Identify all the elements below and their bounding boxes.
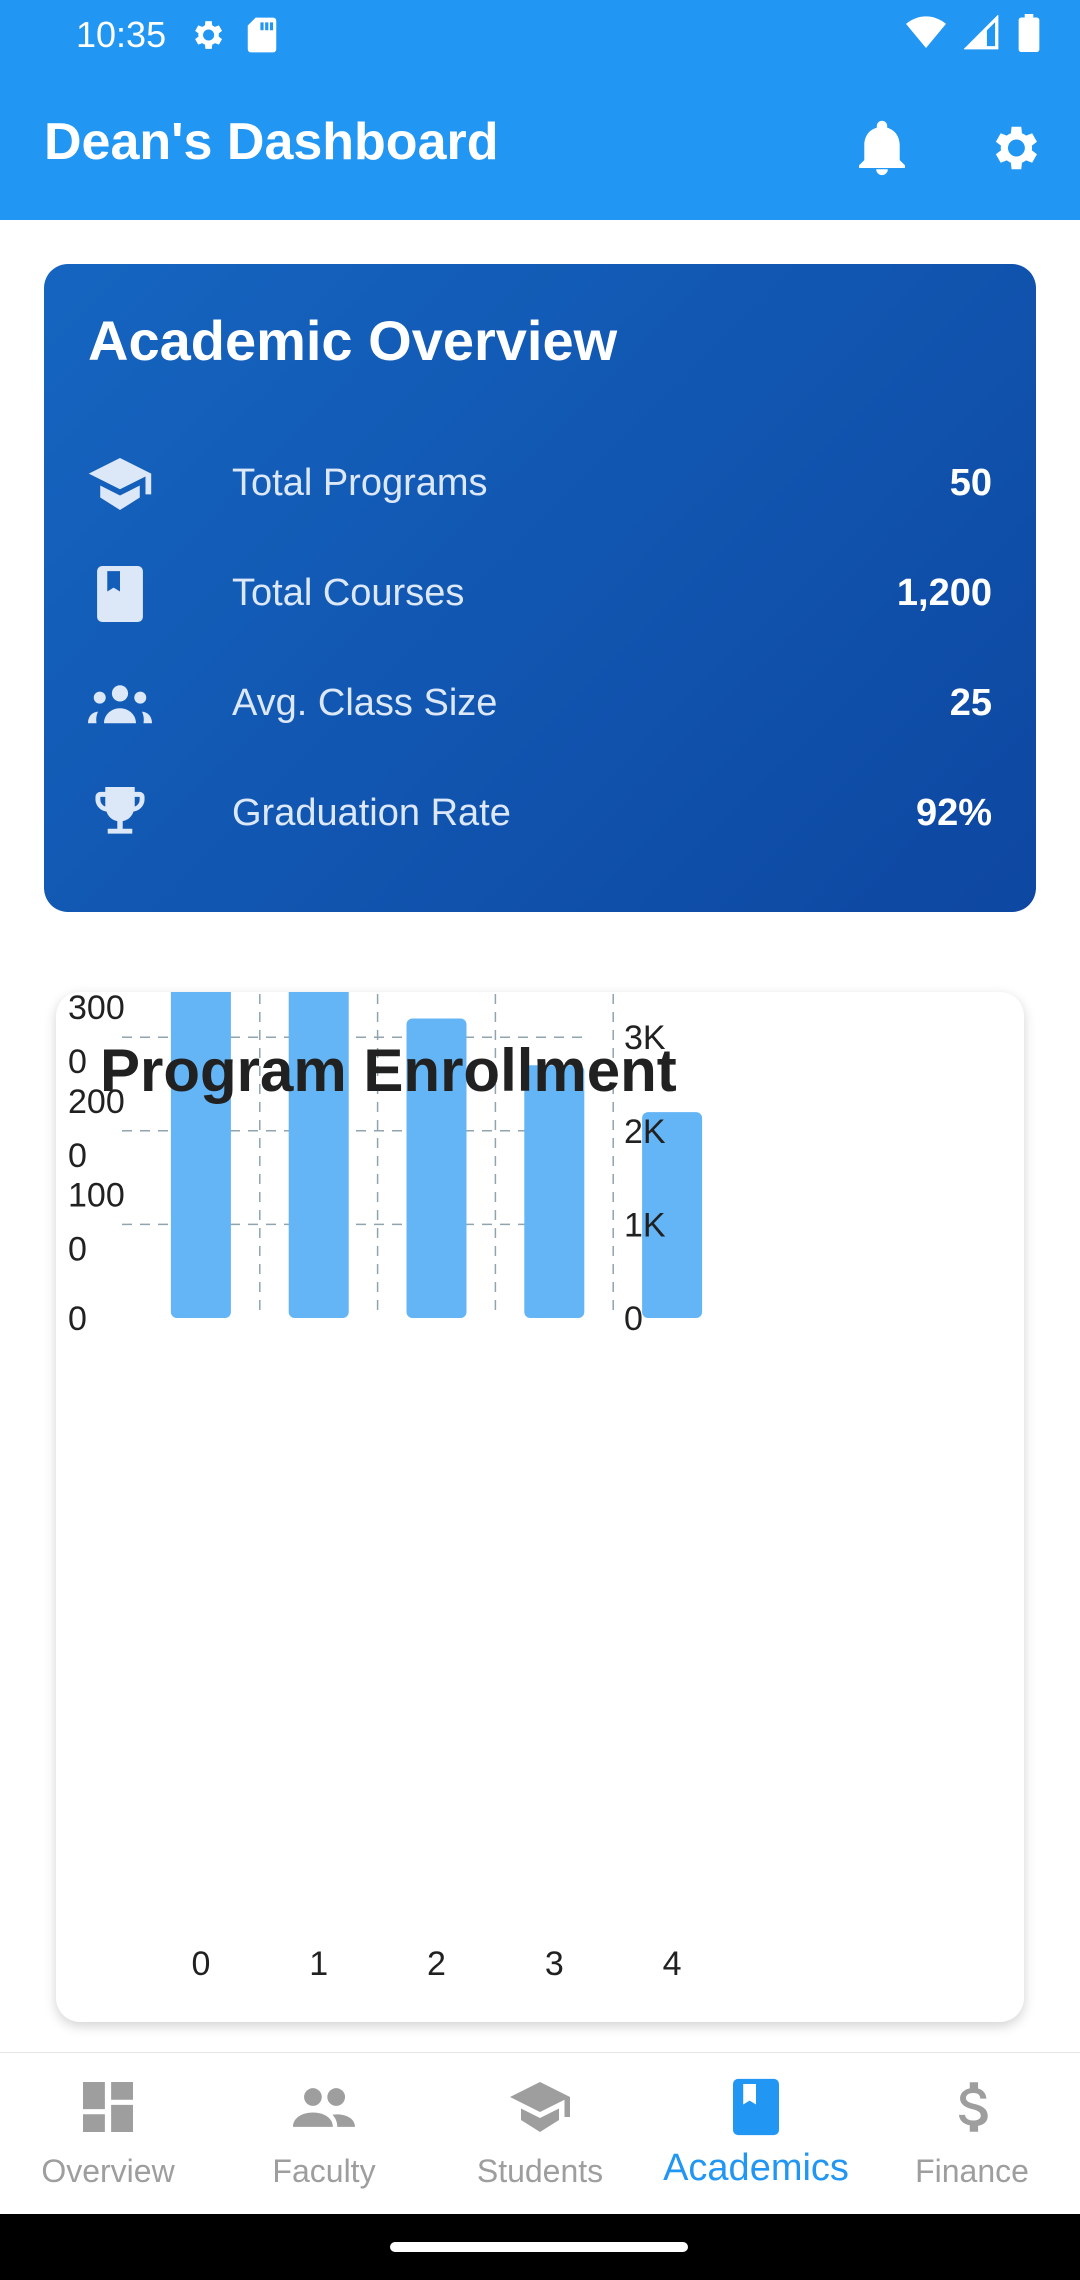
stat-row-avg-class-size: Avg. Class Size 25	[88, 664, 992, 744]
enrollment-title: Program Enrollment	[100, 1037, 677, 1104]
y-axis-left-label: 0	[68, 1043, 87, 1081]
x-axis-bottom-label: 4	[663, 1945, 682, 1983]
settings-icon	[188, 16, 226, 59]
nav-label: Faculty	[272, 2153, 376, 2189]
nav-label: Finance	[915, 2153, 1029, 2189]
trophy-icon	[88, 787, 152, 840]
stat-label: Total Programs	[232, 462, 488, 504]
y-axis-left-label: 300	[68, 992, 125, 1027]
nav-item-students[interactable]: Students	[432, 2053, 648, 2215]
book-icon	[648, 2077, 864, 2137]
notifications-button[interactable]	[842, 110, 922, 190]
sd-card-icon	[246, 16, 278, 59]
nav-label-active: Academics	[663, 2147, 849, 2189]
y-axis-right-label: 1K	[624, 1206, 666, 1244]
x-axis-bottom-label: 3	[545, 1945, 564, 1983]
signal-icon	[963, 14, 1000, 56]
y-axis-right-label: 0	[624, 1300, 643, 1338]
system-navigation-bar	[0, 2214, 1080, 2280]
nav-label: Students	[476, 2153, 604, 2189]
stat-value: 50	[949, 462, 992, 504]
book-icon	[88, 566, 152, 622]
bottom-navigation: Overview Faculty Students Academics Fina…	[0, 2052, 1080, 2215]
overview-title: Academic Overview	[88, 309, 618, 372]
status-bar: 10:35	[0, 0, 1080, 70]
people-icon	[88, 678, 152, 730]
academic-overview-card: Academic Overview Total Programs 50 Tota…	[44, 264, 1036, 912]
stat-row-total-courses: Total Courses 1,200	[88, 554, 992, 634]
y-axis-left-label: 100	[68, 1176, 125, 1214]
y-axis-left-label: 0	[68, 1300, 87, 1338]
x-axis-bottom-label: 2	[427, 1945, 446, 1983]
wifi-icon	[906, 16, 946, 55]
graduation-cap-icon	[432, 2077, 648, 2137]
stat-label: Graduation Rate	[232, 792, 511, 834]
stat-label: Avg. Class Size	[232, 682, 498, 724]
nav-item-finance[interactable]: Finance	[864, 2053, 1080, 2215]
nav-item-faculty[interactable]: Faculty	[216, 2053, 432, 2215]
home-gesture-handle[interactable]	[390, 2242, 688, 2252]
stat-label: Total Courses	[232, 572, 465, 614]
gear-icon	[985, 119, 1043, 182]
y-axis-left-label: 0	[68, 1230, 87, 1268]
dashboard-icon	[0, 2077, 216, 2137]
app-bar: Dean's Dashboard	[0, 70, 1080, 220]
stat-row-total-programs: Total Programs 50	[88, 444, 992, 524]
nav-label: Overview	[41, 2153, 175, 2189]
y-axis-left-label: 0	[68, 1137, 87, 1175]
nav-item-academics[interactable]: Academics	[648, 2053, 864, 2215]
stat-value: 92%	[915, 792, 992, 834]
nav-item-overview[interactable]: Overview	[0, 2053, 216, 2215]
battery-icon	[1018, 14, 1040, 57]
graduation-cap-icon	[88, 458, 152, 510]
enrollment-bar-chart: 012340123401000200030004000500001K2K3K4K…	[68, 992, 703, 1983]
stat-value: 25	[949, 682, 992, 724]
stat-value: 1,200	[896, 572, 992, 614]
app-title: Dean's Dashboard	[44, 113, 499, 171]
bell-icon	[857, 120, 907, 181]
y-axis-right-label: 2K	[624, 1113, 666, 1151]
program-enrollment-card: 012340123401000200030004000500001K2K3K4K…	[56, 992, 1024, 2022]
settings-button[interactable]	[974, 110, 1054, 190]
people-icon	[216, 2077, 432, 2137]
x-axis-bottom-label: 0	[191, 1945, 210, 1983]
dollar-icon	[864, 2077, 1080, 2137]
x-axis-bottom-label: 1	[309, 1945, 328, 1983]
status-time: 10:35	[76, 14, 167, 55]
stat-row-graduation-rate: Graduation Rate 92%	[88, 774, 992, 854]
